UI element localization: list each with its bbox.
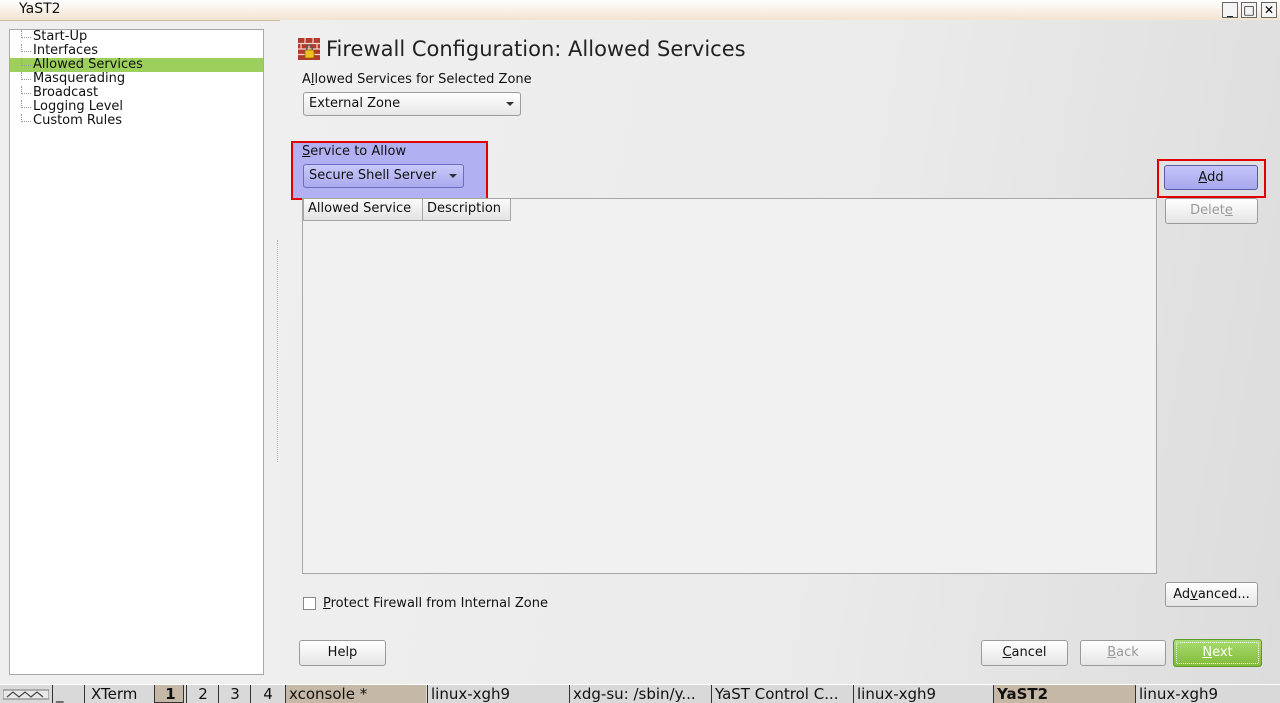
tree-item-label: Allowed Services (33, 57, 143, 72)
window-title: YaST2 (19, 1, 61, 17)
tree-item-broadcast[interactable]: Broadcast (10, 86, 263, 100)
maximize-button[interactable]: □ (1241, 2, 1257, 18)
minimize-button[interactable]: _ (1222, 2, 1238, 18)
taskbar-item-xdg-su[interactable]: xdg-su: /sbin/y... (569, 685, 710, 703)
tree-item-masquerading[interactable]: Masquerading (10, 72, 263, 86)
chevron-down-icon (506, 102, 514, 106)
cancel-label: ancel (1011, 645, 1047, 660)
tree-branch-line (21, 72, 31, 80)
tree-item-start-up[interactable]: Start-Up (10, 30, 263, 44)
delete-mnemonic: e (1224, 203, 1233, 218)
workspace-3[interactable]: 3 (218, 685, 248, 703)
page-title: Firewall Configuration: Allowed Services (326, 37, 746, 61)
tree-item-label: Broadcast (33, 85, 99, 100)
tree-item-interfaces[interactable]: Interfaces (10, 44, 263, 58)
back-button[interactable]: Back (1080, 640, 1166, 666)
tree-branch-line (21, 44, 31, 52)
tree-branch-line (21, 58, 31, 66)
add-button[interactable]: Add (1164, 165, 1258, 190)
tree-branch-line (21, 86, 31, 94)
protect-mnemonic: P (323, 596, 331, 611)
zone-label-part: A (302, 72, 311, 87)
back-mnemonic: B (1107, 645, 1117, 660)
service-select[interactable]: Secure Shell Server (303, 164, 464, 188)
tree-item-allowed-services[interactable]: Allowed Services (10, 58, 263, 72)
taskbar-item-xterm[interactable]: XTerm (84, 685, 146, 703)
advanced-label: anced... (1197, 587, 1250, 602)
taskbar-item-yast2[interactable]: YaST2 (993, 685, 1135, 703)
tree-branch-line (21, 114, 31, 122)
tree-item-label: Custom Rules (33, 113, 123, 128)
workspace-2[interactable]: 2 (186, 685, 216, 703)
taskbar-item-linux-xgh9[interactable]: linux-xgh9 (853, 685, 994, 703)
service-label-part: ervice to Allow (310, 144, 407, 159)
protect-firewall-label[interactable]: Protect Firewall from Internal Zone (323, 596, 548, 611)
cancel-button[interactable]: Cancel (981, 640, 1068, 666)
tree-item-label: Interfaces (33, 43, 98, 58)
zone-select-value: External Zone (309, 96, 401, 111)
cancel-mnemonic: C (1002, 645, 1012, 660)
tree-branch-line (21, 100, 31, 108)
delete-button[interactable]: Delete (1165, 198, 1258, 224)
service-select-value: Secure Shell Server (309, 168, 437, 183)
back-label: ack (1116, 645, 1139, 660)
advanced-button[interactable]: Advanced... (1165, 582, 1258, 607)
allowed-services-table[interactable]: Allowed Service Description (302, 198, 1157, 574)
taskbar-item-xconsole[interactable]: xconsole * (285, 685, 426, 703)
system-tray-icon[interactable] (3, 687, 49, 701)
add-mnemonic: A (1198, 170, 1208, 185)
tree-branch-line (21, 30, 31, 38)
taskbar-item-linux-xgh9[interactable]: linux-xgh9 (1135, 685, 1280, 703)
add-label: dd (1207, 170, 1224, 185)
protect-label-part: rotect Firewall from Internal Zone (330, 596, 548, 611)
taskbar-item[interactable]: _ (52, 685, 78, 703)
advanced-mnemonic: v (1190, 587, 1198, 602)
advanced-label: Ad (1173, 587, 1191, 602)
workspace-4[interactable]: 4 (250, 685, 282, 703)
chevron-down-icon (449, 174, 457, 178)
delete-label: Delet (1190, 203, 1225, 218)
service-label: Service to Allow (302, 144, 406, 159)
panel-splitter[interactable] (277, 240, 278, 462)
zone-label: Allowed Services for Selected Zone (302, 72, 532, 87)
tree-item-label: Masquerading (33, 71, 126, 86)
zone-select[interactable]: External Zone (303, 92, 521, 116)
tree-item-custom-rules[interactable]: Custom Rules (10, 114, 263, 128)
column-header-allowed-service[interactable]: Allowed Service (303, 199, 423, 221)
tree-item-label: Start-Up (33, 29, 88, 44)
workspace-1[interactable]: 1 (154, 685, 184, 703)
taskbar-item-linux-xgh9[interactable]: linux-xgh9 (427, 685, 568, 703)
protect-firewall-checkbox[interactable] (303, 597, 316, 610)
tree-item-label: Logging Level (33, 99, 124, 114)
taskbar: _ XTerm 1 2 3 4 xconsole * linux-xgh9 xd… (0, 684, 1280, 703)
taskbar-item-yast-control-center[interactable]: YaST Control C... (711, 685, 852, 703)
focus-ring (1176, 642, 1259, 664)
firewall-icon (298, 38, 320, 60)
next-button[interactable]: Next (1173, 639, 1262, 667)
column-header-description[interactable]: Description (422, 199, 511, 221)
help-button[interactable]: Help (299, 640, 386, 666)
tree-item-logging-level[interactable]: Logging Level (10, 100, 263, 114)
close-button[interactable]: ✕ (1261, 2, 1277, 18)
window-title-bar: YaST2 _ □ ✕ (0, 0, 1280, 21)
navigation-tree: Start-Up Interfaces Allowed Services Mas… (9, 29, 264, 675)
zone-label-part: lowed Services for Selected Zone (314, 72, 532, 87)
